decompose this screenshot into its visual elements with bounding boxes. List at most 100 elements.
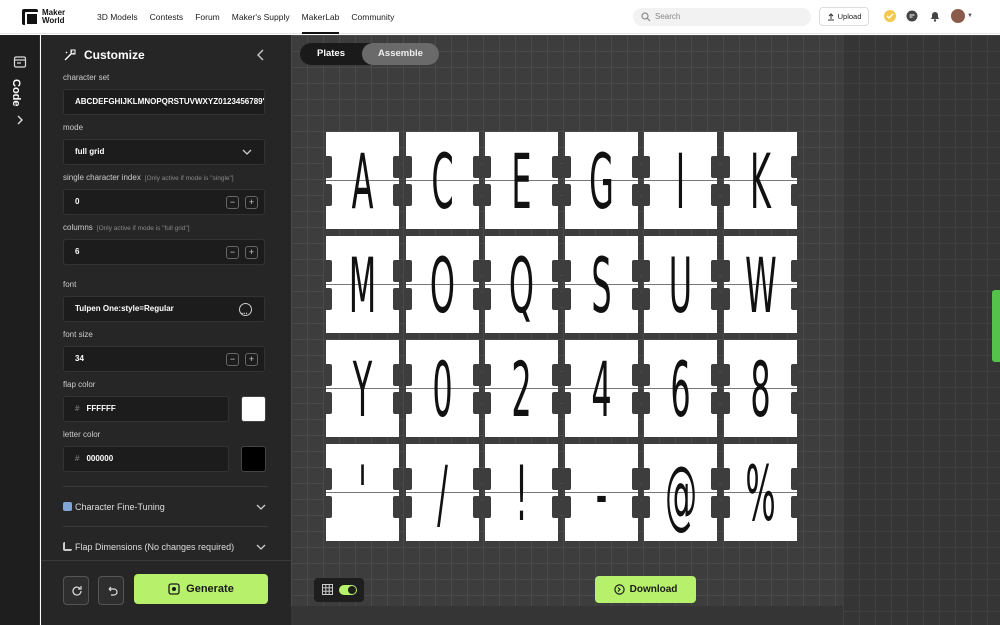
feedback-side-tab[interactable] xyxy=(992,290,1000,362)
character-set-label: character set xyxy=(63,73,110,82)
flap-tile: K xyxy=(721,132,799,229)
flap-notch xyxy=(790,260,799,282)
flap-notch xyxy=(562,468,571,490)
flap-tile: / xyxy=(403,444,481,541)
flap-tile: E xyxy=(483,132,560,229)
chevron-down-icon[interactable]: ▼ xyxy=(967,13,973,19)
more-options-icon[interactable] xyxy=(239,302,252,321)
flap-notch xyxy=(552,288,560,310)
flap-tile: ! xyxy=(483,444,560,541)
upload-label: Upload xyxy=(837,12,862,21)
nav-makers-supply[interactable]: Maker's Supply xyxy=(232,0,290,34)
bell-icon[interactable] xyxy=(928,9,942,23)
flap-notch xyxy=(403,496,412,518)
flap-notch xyxy=(472,496,481,518)
flap-notch xyxy=(721,260,730,282)
flap-notch xyxy=(324,468,332,490)
flap-notch xyxy=(472,288,481,310)
flap-notch xyxy=(642,260,650,282)
flap-character: 8 xyxy=(749,345,771,434)
code-panel-icon[interactable] xyxy=(13,55,27,69)
flap-notch xyxy=(631,288,640,310)
section-character-fine-tuning[interactable]: Character Fine-Tuning xyxy=(63,486,268,526)
decrement-button[interactable]: − xyxy=(226,246,239,259)
flap-notch xyxy=(393,496,401,518)
flap-notch xyxy=(393,156,401,178)
chevron-right-icon[interactable] xyxy=(15,115,25,125)
left-rail: Code xyxy=(0,35,40,625)
decrement-button[interactable]: − xyxy=(226,353,239,366)
points-icon[interactable] xyxy=(883,9,897,23)
font-select[interactable]: Tulpen One:style=Regular xyxy=(63,296,265,322)
flap-color-label: flap color xyxy=(63,380,96,389)
mode-select[interactable]: full grid xyxy=(63,139,265,165)
increment-button[interactable]: + xyxy=(245,246,258,259)
makerworld-logo[interactable]: Maker World xyxy=(22,8,80,26)
flap-notch xyxy=(562,288,571,310)
flap-tile: Y xyxy=(324,340,401,437)
single-index-stepper[interactable]: 0 − + xyxy=(63,189,265,215)
flap-notch xyxy=(393,260,401,282)
flap-character: Q xyxy=(508,241,535,330)
reset-button[interactable] xyxy=(63,576,89,605)
flap-notch xyxy=(552,392,560,414)
tab-plates[interactable]: Plates xyxy=(300,43,362,65)
flap-notch xyxy=(393,392,401,414)
flap-tile: % xyxy=(721,444,799,541)
columns-stepper[interactable]: 6 − + xyxy=(63,239,265,265)
flap-tile: 4 xyxy=(562,340,640,437)
font-size-stepper[interactable]: 34 − + xyxy=(63,346,265,372)
top-nav-bar: Maker World 3D Models Contests Forum Mak… xyxy=(0,0,1000,34)
decrement-button[interactable]: − xyxy=(226,196,239,209)
user-avatar[interactable] xyxy=(951,9,965,23)
flap-notch xyxy=(483,156,491,178)
panel-title: Customize xyxy=(84,48,145,62)
generate-label: Generate xyxy=(186,583,234,595)
grid-icon[interactable] xyxy=(322,584,333,595)
flap-tile: 6 xyxy=(642,340,719,437)
undo-button[interactable] xyxy=(98,576,124,605)
increment-button[interactable]: + xyxy=(245,196,258,209)
flap-notch xyxy=(472,260,481,282)
nav-makerlab[interactable]: MakerLab xyxy=(301,0,340,34)
flap-notch xyxy=(642,468,650,490)
nav-contests[interactable]: Contests xyxy=(150,0,184,34)
flap-color-swatch[interactable] xyxy=(241,396,266,422)
tab-assemble[interactable]: Assemble xyxy=(362,43,439,65)
mode-label: mode xyxy=(63,123,84,132)
flap-notch xyxy=(721,496,730,518)
flap-notch xyxy=(631,156,640,178)
messages-icon[interactable] xyxy=(905,9,919,23)
flap-notch xyxy=(324,184,332,206)
flap-character: ' xyxy=(358,449,367,538)
increment-button[interactable]: + xyxy=(245,353,258,366)
flap-color-value: FFFFFF xyxy=(86,404,116,413)
nav-3d-models[interactable]: 3D Models xyxy=(97,0,138,34)
flap-notch xyxy=(721,156,730,178)
letter-color-input[interactable]: #000000 xyxy=(63,446,229,472)
font-value: Tulpen One:style=Regular xyxy=(75,304,174,313)
flap-character: E xyxy=(511,137,532,226)
grid-toggle-switch[interactable] xyxy=(339,585,357,595)
flap-notch xyxy=(472,156,481,178)
flap-notch xyxy=(790,156,799,178)
upload-button[interactable]: Upload xyxy=(819,7,869,26)
chevron-left-icon[interactable] xyxy=(256,49,266,61)
flap-notch xyxy=(483,468,491,490)
search-input[interactable]: Search xyxy=(633,8,811,26)
download-button[interactable]: Download xyxy=(595,576,696,603)
single-index-note: [Only active if mode is "single"] xyxy=(144,175,234,182)
flap-notch xyxy=(483,184,491,206)
letter-color-swatch[interactable] xyxy=(241,446,266,472)
flap-color-input[interactable]: # FFFFFF xyxy=(63,396,229,422)
columns-label: columns xyxy=(63,223,93,232)
nav-community[interactable]: Community xyxy=(351,0,394,34)
character-set-input[interactable]: ABCDEFGHIJKLMNOPQRSTUVWXYZ0123456789':/ xyxy=(63,89,265,115)
flap-character: ! xyxy=(515,449,528,538)
letter-color-label: letter color xyxy=(63,430,101,439)
code-tab-label[interactable]: Code xyxy=(10,79,22,107)
nav-forum[interactable]: Forum xyxy=(195,0,220,34)
generate-button[interactable]: Generate xyxy=(134,574,268,604)
flap-notch xyxy=(642,392,650,414)
flap-notch xyxy=(552,156,560,178)
